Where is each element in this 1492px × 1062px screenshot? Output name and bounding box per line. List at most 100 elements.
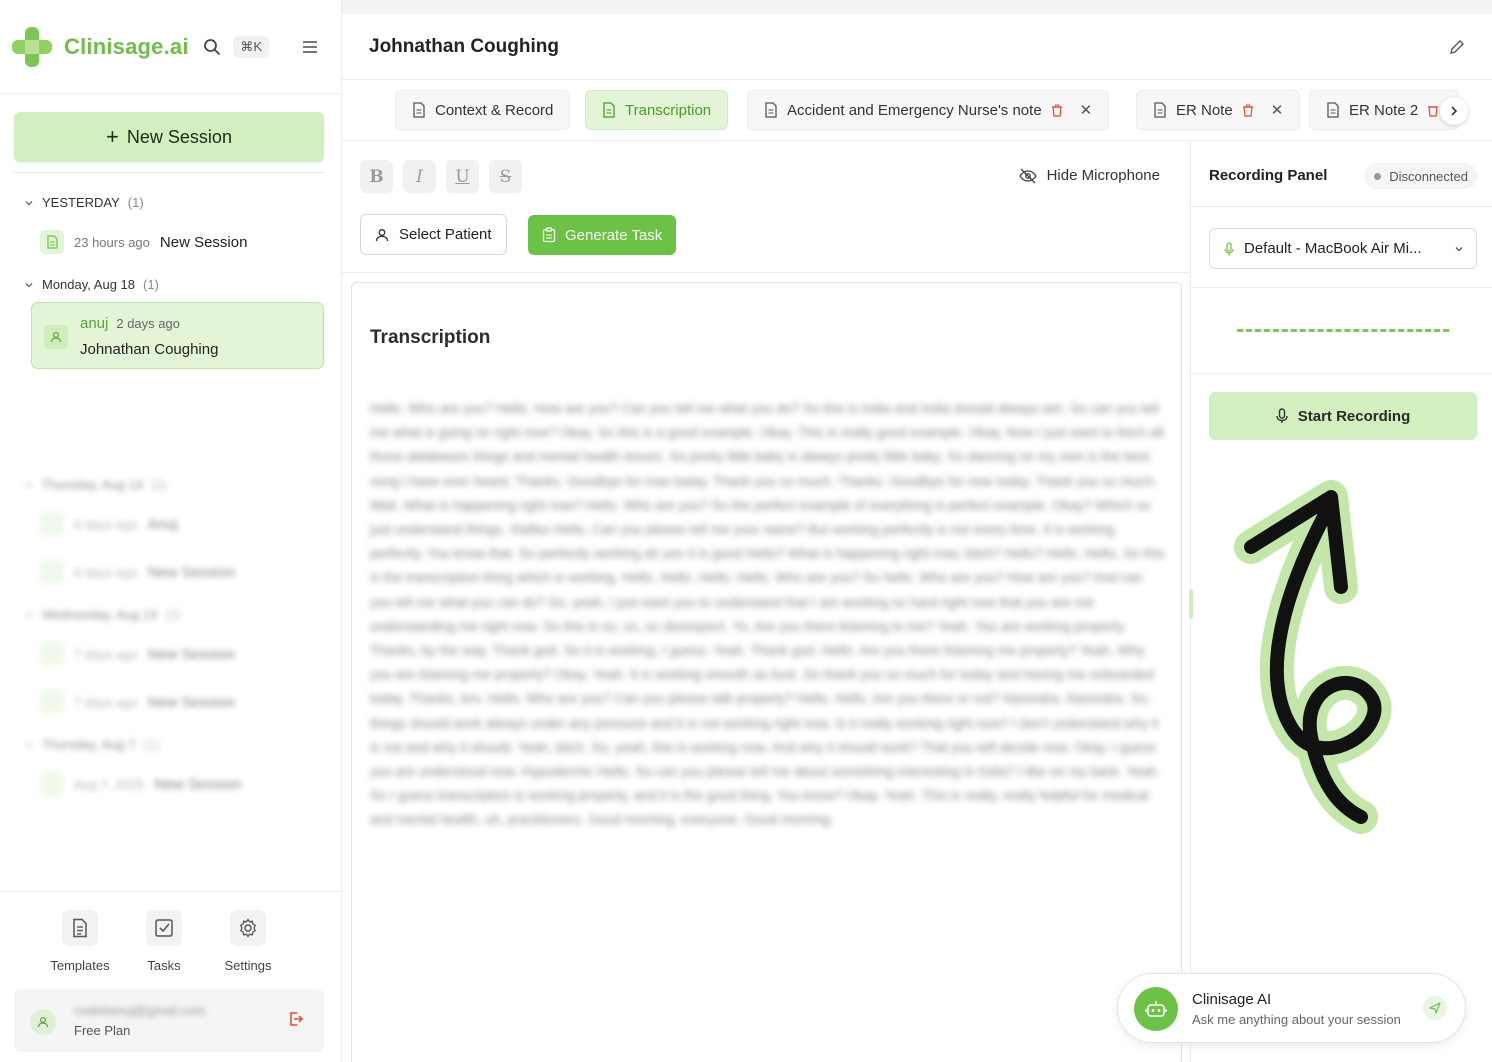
trash-icon[interactable]	[1242, 104, 1254, 117]
document-icon	[603, 102, 615, 118]
group-count: (2)	[150, 477, 167, 492]
send-icon[interactable]	[1423, 996, 1447, 1020]
session-time: 23 hours ago	[74, 234, 150, 250]
nav-label: Settings	[224, 958, 272, 973]
session-title: Johnathan Coughing	[80, 341, 219, 358]
italic-button[interactable]: I	[403, 160, 436, 193]
logo-cross-icon	[10, 25, 54, 69]
sidebar-footer: Templates Tasks Settings codeitanuj@gmai…	[0, 891, 342, 1062]
close-icon[interactable]: ✕	[1271, 101, 1284, 119]
avatar	[30, 1009, 56, 1035]
microphone-select[interactable]: Default - MacBook Air Mi...	[1209, 228, 1477, 269]
session-item[interactable]: 7 days ago New Session	[40, 690, 235, 714]
search-icon[interactable]	[201, 36, 223, 58]
chevron-down-icon	[25, 200, 33, 205]
nav-templates[interactable]: Templates	[50, 910, 110, 973]
session-time: 6 days ago	[74, 516, 138, 532]
document-icon	[1154, 102, 1166, 118]
generate-task-button[interactable]: Generate Task	[528, 215, 677, 255]
robot-icon	[1134, 987, 1178, 1031]
status-dot	[1374, 172, 1382, 180]
session-item[interactable]: 6 days ago Anuj	[40, 512, 178, 536]
page-title: Johnathan Coughing	[369, 36, 559, 57]
tab-er-note-2[interactable]: ER Note 2	[1309, 90, 1459, 130]
underline-button[interactable]: U	[446, 160, 479, 193]
tab-context-record[interactable]: Context & Record	[395, 90, 571, 130]
session-item[interactable]: 6 days ago New Session	[40, 560, 235, 584]
session-doc-icon	[40, 230, 64, 254]
hide-microphone-button[interactable]: Hide Microphone	[1018, 167, 1160, 184]
editor-panel: B I U S Hide Microphone Select Patient G…	[342, 141, 1191, 1062]
logout-icon[interactable]	[288, 1011, 304, 1032]
trash-icon[interactable]	[1427, 104, 1439, 117]
chevron-down-icon	[25, 482, 33, 487]
tab-label: ER Note	[1176, 101, 1233, 119]
logo[interactable]: Clinisage.ai	[10, 25, 189, 69]
search-shortcut: ⌘K	[233, 35, 269, 58]
group-label: Wednesday, Aug 13	[42, 607, 158, 622]
chevron-down-icon	[25, 282, 33, 287]
document-icon	[62, 910, 98, 946]
user-icon	[44, 325, 68, 349]
session-doc-icon	[40, 690, 64, 714]
resize-handle[interactable]	[1189, 589, 1193, 619]
start-recording-label: Start Recording	[1297, 407, 1411, 425]
session-time: 6 days ago	[74, 564, 138, 580]
ai-assistant-launcher[interactable]: Clinisage AI Ask me anything about your …	[1117, 973, 1466, 1043]
session-time: 2 days ago	[116, 316, 180, 331]
group-header-thursday-aug-14[interactable]: Thursday, Aug 14 (2)	[24, 477, 167, 492]
group-label: YESTERDAY	[42, 195, 120, 210]
microphone-device-label: Default - MacBook Air Mi...	[1244, 240, 1422, 257]
tab-ae-nurse-note[interactable]: Accident and Emergency Nurse's note ✕	[747, 90, 1110, 130]
session-title: New Session	[159, 233, 248, 251]
strikethrough-button[interactable]: S	[489, 160, 522, 193]
select-patient-label: Select Patient	[399, 226, 492, 243]
tab-er-note[interactable]: ER Note ✕	[1136, 90, 1301, 130]
group-header-monday[interactable]: Monday, Aug 18 (1)	[24, 277, 159, 292]
tab-transcription[interactable]: Transcription	[585, 90, 729, 130]
divider	[14, 172, 324, 173]
new-session-button[interactable]: + New Session	[14, 112, 324, 162]
tab-label: ER Note 2	[1349, 101, 1419, 119]
session-item[interactable]: Aug 7, 2025 New Session	[40, 772, 242, 796]
nav-settings[interactable]: Settings	[218, 910, 278, 973]
brand-name: Clinisage.ai	[64, 33, 189, 59]
footer-nav: Templates Tasks Settings	[50, 910, 278, 973]
tab-label: Accident and Emergency Nurse's note	[787, 101, 1042, 119]
title-bar: Johnathan Coughing	[342, 14, 1492, 80]
chevron-right-icon[interactable]	[1440, 97, 1468, 125]
nav-tasks[interactable]: Tasks	[134, 910, 194, 973]
new-session-label: New Session	[126, 126, 232, 147]
session-user: anuj	[80, 315, 109, 332]
session-item-active[interactable]: anuj 2 days ago Johnathan Coughing	[31, 302, 324, 369]
transcription-document[interactable]: Transcription Hello. Who are you? Hello.…	[351, 282, 1182, 1062]
user-card[interactable]: codeitanuj@gmail.com Free Plan	[14, 989, 324, 1052]
document-title: Transcription	[370, 327, 491, 348]
nav-label: Tasks	[147, 958, 181, 973]
header-tools: ⌘K	[201, 35, 321, 58]
trash-icon[interactable]	[1051, 104, 1063, 117]
group-header-wednesday-aug-13[interactable]: Wednesday, Aug 13 (2)	[24, 607, 181, 622]
hide-microphone-label: Hide Microphone	[1046, 167, 1160, 184]
session-title: New Session	[147, 693, 236, 711]
pencil-edit-icon[interactable]	[1448, 38, 1466, 61]
chevron-down-icon	[25, 742, 33, 747]
group-header-yesterday[interactable]: YESTERDAY (1)	[24, 195, 144, 210]
group-header-thursday-aug-7[interactable]: Thursday, Aug 7 (1)	[24, 737, 160, 752]
eye-off-icon	[1018, 168, 1037, 183]
hamburger-menu-icon[interactable]	[299, 36, 321, 58]
session-time: 7 days ago	[74, 694, 138, 710]
close-icon[interactable]: ✕	[1080, 101, 1093, 119]
bold-button[interactable]: B	[360, 160, 393, 193]
user-icon	[375, 228, 389, 241]
session-item[interactable]: 7 days ago New Session	[40, 642, 235, 666]
session-doc-icon	[40, 512, 64, 536]
hand-drawn-arrow-icon	[1234, 480, 1392, 834]
session-item[interactable]: 23 hours ago New Session	[40, 230, 247, 254]
start-recording-button[interactable]: Start Recording	[1209, 392, 1477, 440]
divider	[1191, 287, 1492, 288]
transcription-text[interactable]: Hello. Who are you? Hello. How are you? …	[370, 397, 1165, 833]
sidebar: Clinisage.ai ⌘K + New Session YESTERDAY …	[0, 0, 342, 1062]
select-patient-button[interactable]: Select Patient	[360, 214, 507, 255]
chevron-down-icon	[1455, 246, 1463, 251]
